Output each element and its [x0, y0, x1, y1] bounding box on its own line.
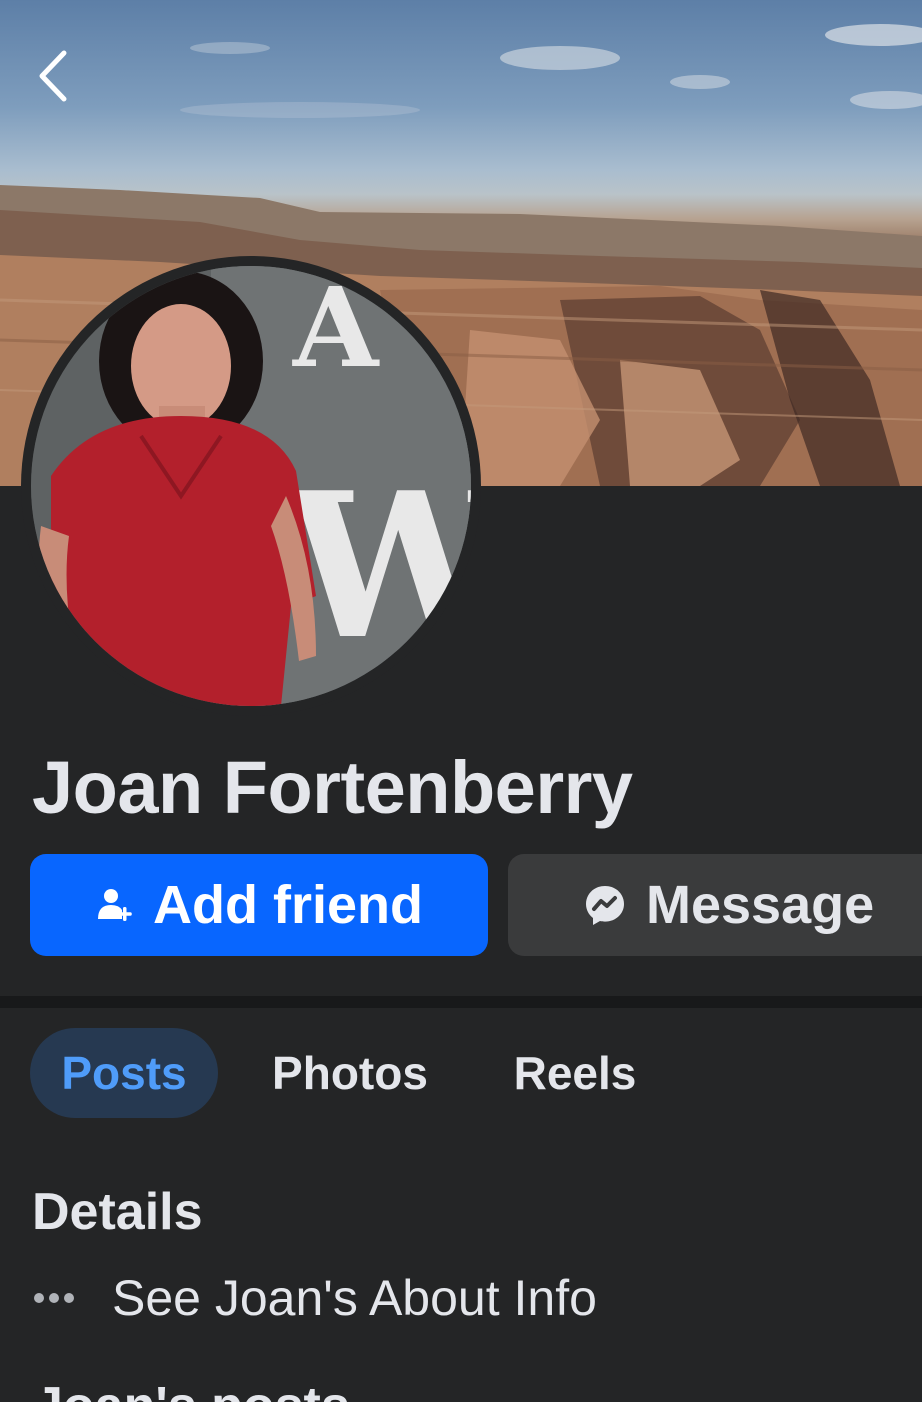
message-button[interactable]: Message: [508, 854, 922, 956]
profile-screen: A W Joan Fortenberry Add friend Message …: [0, 0, 922, 1402]
avatar-photo-content: A W: [31, 266, 471, 706]
details-heading: Details: [32, 1183, 203, 1241]
back-button[interactable]: [38, 50, 84, 108]
profile-picture[interactable]: A W: [21, 256, 481, 716]
section-divider: [0, 996, 922, 1008]
profile-actions: Add friend Message: [30, 854, 922, 956]
messenger-icon: [586, 886, 624, 925]
profile-tabs: Posts Photos Reels: [30, 1028, 890, 1118]
about-info-label: See Joan's About Info: [112, 1270, 597, 1326]
person-add-icon: [98, 889, 132, 921]
more-dots-icon: [32, 1291, 112, 1305]
profile-name: Joan Fortenberry: [32, 746, 633, 829]
avatar-image: A W: [31, 266, 471, 706]
tab-posts[interactable]: Posts: [30, 1028, 218, 1118]
tab-reels[interactable]: Reels: [498, 1028, 652, 1118]
add-friend-label: Add friend: [153, 875, 423, 935]
tab-photos[interactable]: Photos: [252, 1028, 448, 1118]
see-about-info-link[interactable]: See Joan's About Info: [32, 1262, 732, 1334]
chevron-left-icon: [39, 50, 67, 102]
posts-heading: Joan's posts: [34, 1376, 350, 1402]
add-friend-button[interactable]: Add friend: [30, 854, 488, 956]
message-label: Message: [646, 875, 875, 935]
